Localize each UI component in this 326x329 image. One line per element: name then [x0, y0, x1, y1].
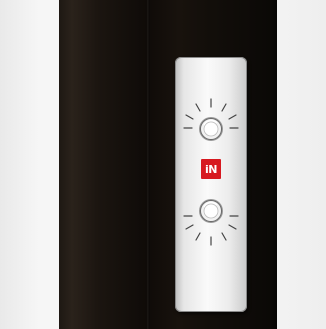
upper-knob-button[interactable] [199, 117, 223, 141]
upper-knob[interactable] [175, 95, 247, 155]
lower-knob-button[interactable] [199, 199, 223, 223]
lower-knob[interactable] [175, 189, 247, 249]
photo-scene: iN [0, 0, 326, 329]
control-panel: iN [175, 57, 247, 312]
brand-logo: iN [201, 159, 221, 179]
brand-logo-text: iN [205, 162, 217, 176]
